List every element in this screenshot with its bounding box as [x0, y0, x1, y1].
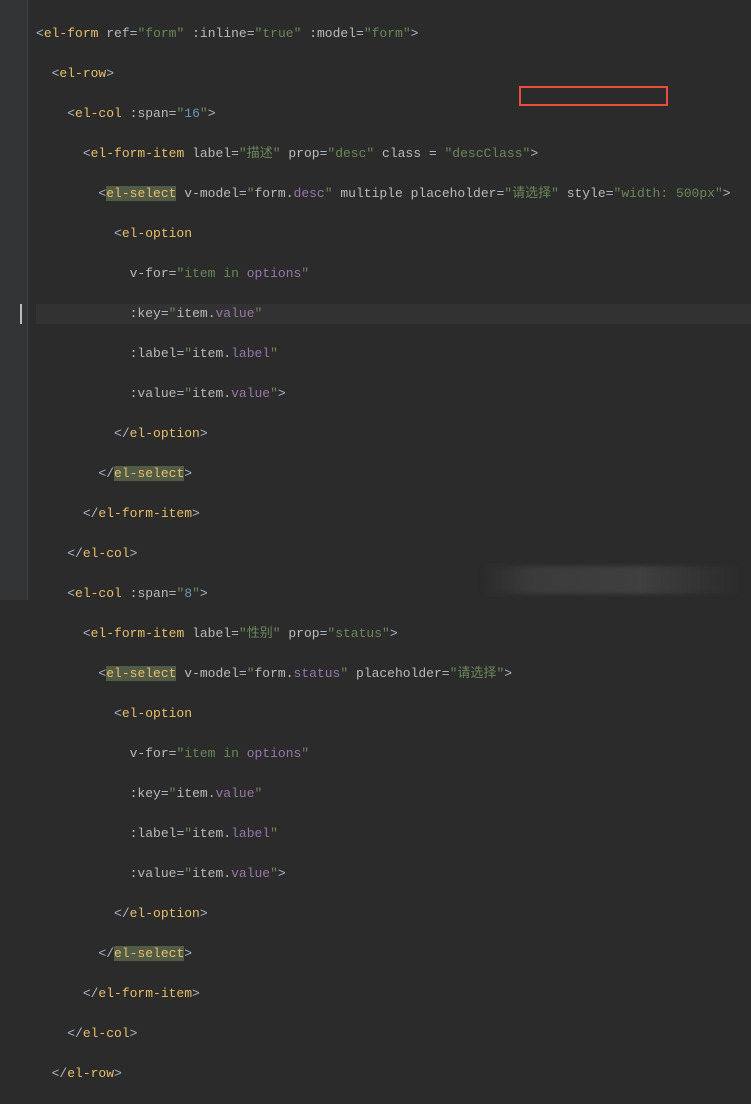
caret-line: :key="item.value"	[36, 304, 751, 324]
tag-el-select-open: el-select	[106, 186, 176, 201]
gutter	[0, 0, 28, 600]
code-editor-content[interactable]: <el-form ref="form" :inline="true" :mode…	[28, 0, 751, 1104]
tag-el-select-close: el-select	[114, 466, 184, 481]
watermark-smudge	[481, 566, 741, 594]
